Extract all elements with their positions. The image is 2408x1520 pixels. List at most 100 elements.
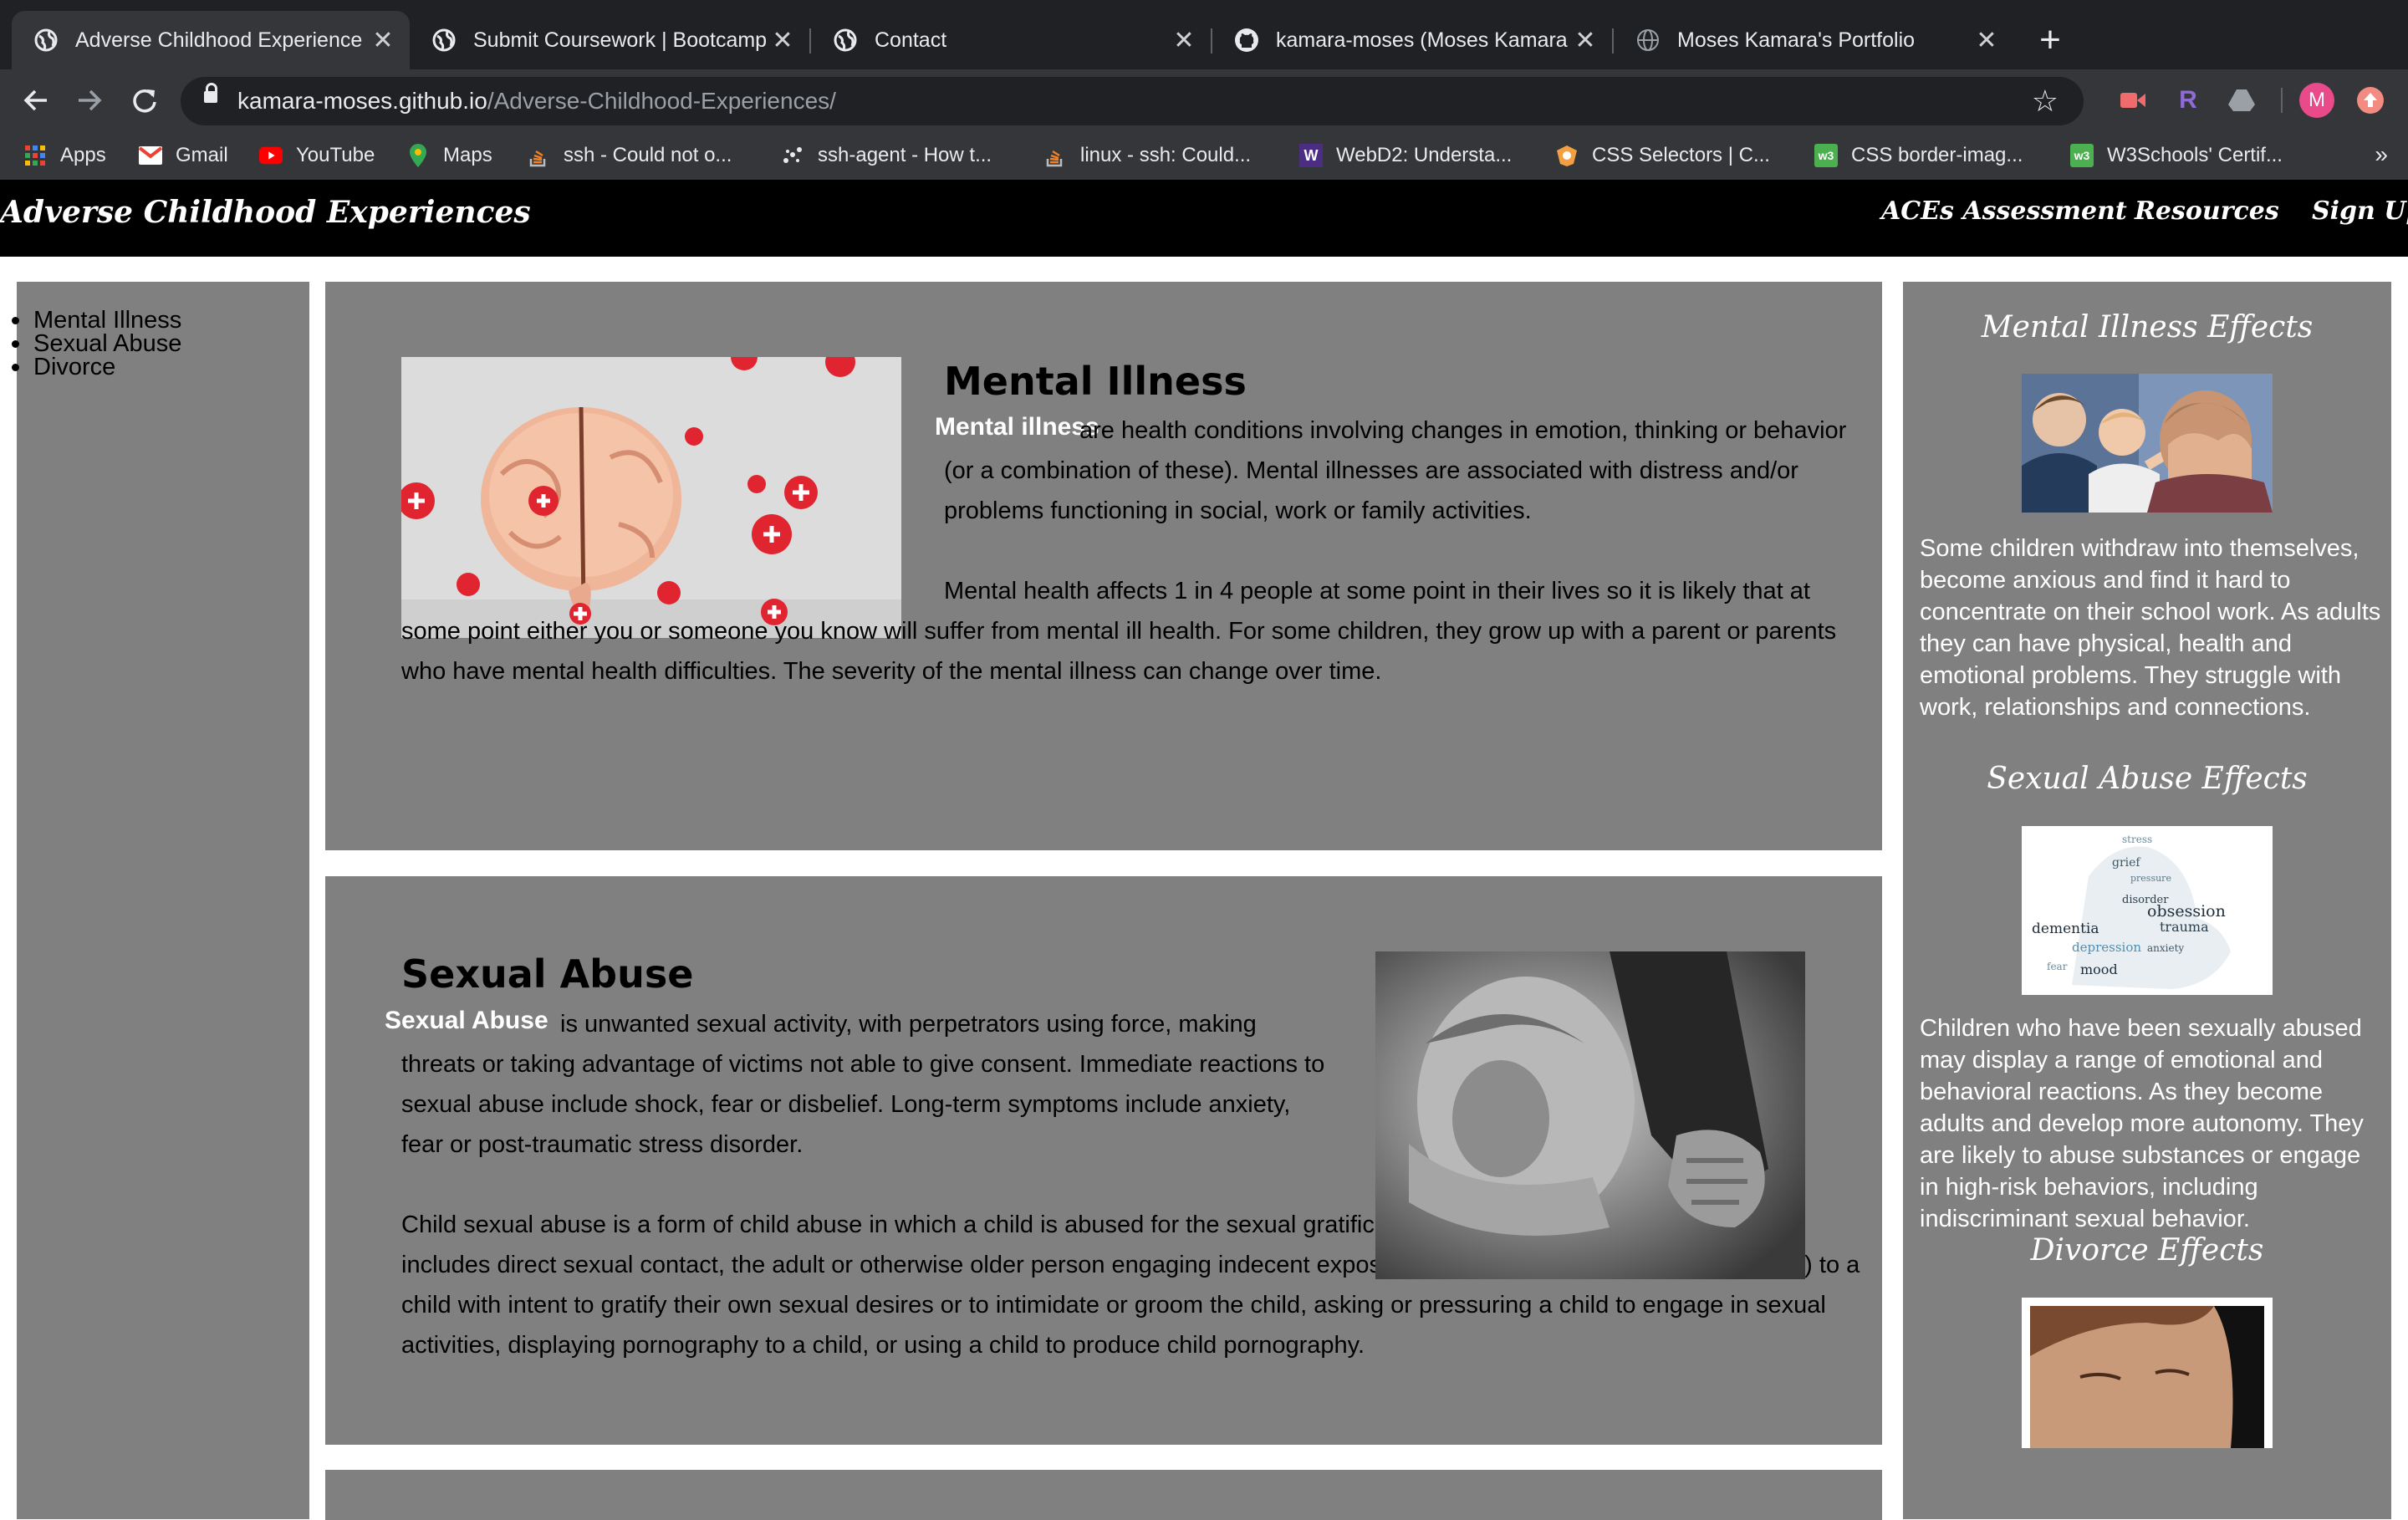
sidebar-item-mental-illness: Mental Illness	[11, 309, 181, 333]
section-sexual-abuse: Sexual Abuse Sexual Abuse is unwanted se…	[325, 876, 1882, 1445]
w-logo-icon: W	[1299, 144, 1323, 167]
effect-text: Some children withdraw into themselves, …	[1920, 535, 2381, 721]
effect-text: Children who have been sexually abused m…	[1920, 1015, 2364, 1232]
bookmark-label: ssh-agent - How t...	[818, 144, 992, 166]
w3schools-icon: w3	[2070, 144, 2094, 167]
browser-toolbar: kamara-moses.github.io/Adverse-Childhood…	[0, 69, 2408, 131]
maps-pin-icon	[406, 144, 430, 167]
new-tab-button[interactable]: +	[2030, 18, 2070, 62]
word-cloud-word: trauma	[2160, 919, 2209, 935]
nav-aces-assessment[interactable]: ACEs Assessment	[1881, 196, 2127, 226]
extension-r-icon[interactable]: R	[2172, 84, 2204, 116]
tab-portfolio[interactable]: Moses Kamara's Portfolio ✕	[1614, 11, 2013, 69]
extension-video-icon[interactable]	[2117, 84, 2149, 116]
sidebar-list: Mental Illness Sexual Abuse Divorce	[11, 309, 181, 380]
word-cloud-word: depression	[2072, 940, 2141, 955]
site-brand[interactable]: Adverse Childhood Experiences	[0, 195, 531, 230]
youtube-icon	[259, 144, 283, 167]
site-navbar: Adverse Childhood Experiences ACEs Asses…	[0, 180, 2408, 257]
word-cloud-word: obsession	[2147, 902, 2226, 921]
bookmark-apps[interactable]: Apps	[23, 140, 106, 171]
nav-sign-up[interactable]: Sign Up	[2312, 196, 2408, 226]
bookmark-ssh-could-not[interactable]: ssh - Could not o...	[527, 140, 732, 171]
bookmark-css-border-image[interactable]: w3 CSS border-imag...	[1814, 140, 2023, 171]
section-heading: Mental Illness	[944, 359, 1247, 404]
forward-button[interactable]	[67, 78, 112, 123]
word-cloud-word: stress	[2122, 834, 2152, 845]
page-content: Adverse Childhood Experiences ACEs Asses…	[0, 180, 2408, 1520]
bookmark-ssh-agent[interactable]: ssh-agent - How t...	[781, 140, 992, 171]
bookmark-star-icon[interactable]: ☆	[2032, 84, 2059, 119]
url-host: kamara-moses.github.io	[237, 88, 487, 114]
apps-grid-icon	[23, 144, 47, 167]
close-tab-icon[interactable]: ✕	[1970, 26, 2003, 55]
bookmark-label: Gmail	[176, 144, 228, 166]
bookmark-label: CSS Selectors | C...	[1592, 144, 1770, 166]
globe-icon	[833, 28, 858, 53]
update-icon[interactable]	[2354, 84, 2386, 116]
bookmark-youtube[interactable]: YouTube	[259, 140, 375, 171]
address-bar[interactable]: kamara-moses.github.io/Adverse-Childhood…	[181, 77, 2084, 125]
tab-title: kamara-moses (Moses Kamara	[1276, 28, 1568, 52]
bookmark-label: W3Schools' Certif...	[2107, 144, 2283, 166]
bookmarks-bar: Apps Gmail YouTube Maps ssh - Could not …	[0, 131, 2408, 181]
stackoverflow-icon	[527, 144, 550, 167]
bookmark-linux-ssh[interactable]: linux - ssh: Could...	[1043, 140, 1251, 171]
bookmark-css-selectors[interactable]: CSS Selectors | C...	[1555, 140, 1770, 171]
word-cloud-word: mood	[2080, 961, 2118, 977]
reload-icon	[133, 89, 156, 113]
bookmark-label: linux - ssh: Could...	[1080, 144, 1252, 166]
extension-separator	[2281, 88, 2283, 113]
bookmark-gmail[interactable]: Gmail	[139, 140, 228, 171]
css-icon	[1555, 144, 1579, 167]
back-button[interactable]	[13, 78, 59, 123]
bookmark-maps[interactable]: Maps	[406, 140, 492, 171]
word-cloud-word: grief	[2112, 856, 2141, 870]
github-icon	[1234, 28, 1259, 53]
nav-resources[interactable]: Resources	[2135, 196, 2279, 226]
tab-title: Submit Coursework | Bootcamp	[473, 28, 766, 52]
bookmark-label: WebD2: Understa...	[1336, 144, 1513, 166]
withdrawn-children-image	[2022, 374, 2273, 513]
close-tab-icon[interactable]: ✕	[1569, 26, 1602, 55]
profile-avatar[interactable]: M	[2299, 83, 2334, 118]
close-tab-icon[interactable]: ✕	[366, 26, 400, 55]
tab-contact[interactable]: Contact ✕	[811, 11, 1211, 69]
stackoverflow-icon	[1043, 144, 1067, 167]
word-cloud-word: fear	[2047, 961, 2068, 972]
sad-child-image	[2022, 1298, 2273, 1448]
url-path: /Adverse-Childhood-Experiences/	[487, 88, 836, 114]
tab-adverse-childhood[interactable]: Adverse Childhood Experience ✕	[12, 11, 410, 69]
bookmarks-overflow-button[interactable]: »	[2375, 141, 2388, 168]
globe-icon	[431, 28, 457, 53]
word-cloud-word: dementia	[2032, 921, 2099, 937]
sidebar-item-divorce: Divorce	[11, 354, 181, 380]
extension-drive-icon[interactable]	[2226, 84, 2258, 116]
arrow-right-icon	[79, 89, 102, 111]
right-sidebar-effects: Mental Illness Effects Some children wit…	[1903, 282, 2391, 1519]
tab-github[interactable]: kamara-moses (Moses Kamara ✕	[1212, 11, 1612, 69]
globe-icon	[33, 28, 59, 53]
sexual-abuse-image	[1375, 951, 1805, 1279]
word-cloud-image: stress grief pressure disorder obsession…	[2022, 826, 2273, 995]
bookmark-label: YouTube	[296, 144, 375, 166]
dots-icon	[781, 144, 804, 167]
effect-title: Divorce Effects	[2030, 1233, 2264, 1268]
close-tab-icon[interactable]: ✕	[766, 26, 799, 55]
section-divorce	[325, 1470, 1882, 1520]
bookmark-webd2[interactable]: W WebD2: Understa...	[1299, 140, 1512, 171]
gmail-icon	[139, 144, 162, 167]
url-text: kamara-moses.github.io/Adverse-Childhood…	[237, 88, 836, 115]
left-sidebar: Mental Illness Sexual Abuse Divorce	[11, 282, 309, 1519]
lock-icon	[204, 83, 217, 103]
close-tab-icon[interactable]: ✕	[1167, 26, 1201, 55]
word-cloud-word: pressure	[2130, 873, 2171, 884]
reload-button[interactable]	[122, 78, 167, 123]
tab-submit-coursework[interactable]: Submit Coursework | Bootcamp ✕	[410, 11, 809, 69]
section-paragraph: are health conditions involving changes …	[944, 417, 1847, 524]
bookmark-w3schools-cert[interactable]: w3 W3Schools' Certif...	[2070, 140, 2283, 171]
section-paragraph: Mental health affects 1 in 4 people at s…	[401, 578, 1837, 685]
sidebar-link[interactable]: Divorce	[33, 354, 115, 380]
tab-strip: Adverse Childhood Experience ✕ Submit Co…	[0, 0, 2408, 69]
section-heading: Sexual Abuse	[401, 951, 694, 997]
